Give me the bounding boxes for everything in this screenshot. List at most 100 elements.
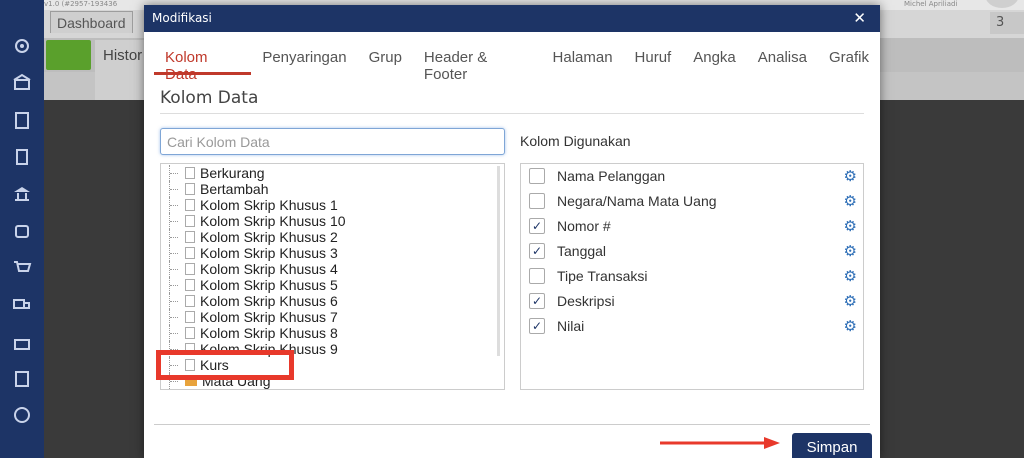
tree-item[interactable]: Kolom Skrip Khusus 6 <box>161 293 338 309</box>
used-column-row: Tipe Transaksi ⚙ <box>529 266 859 286</box>
gear-icon[interactable]: ⚙ <box>844 217 857 235</box>
gear-icon[interactable]: ⚙ <box>844 317 857 335</box>
tree-item-label: Kolom Skrip Khusus 2 <box>200 229 338 245</box>
tab-counter[interactable]: 3 <box>990 12 1024 34</box>
tree-item[interactable]: Kolom Skrip Khusus 5 <box>161 277 338 293</box>
divider <box>160 113 864 114</box>
truck-icon[interactable] <box>10 292 34 316</box>
file-icon <box>185 295 195 307</box>
tree-connector <box>169 213 185 229</box>
arrow-annotation <box>660 437 780 449</box>
list-view-button[interactable] <box>46 40 91 70</box>
tree-connector <box>169 261 185 277</box>
bank-icon[interactable] <box>10 182 34 206</box>
tree-item[interactable]: Kolom Skrip Khusus 7 <box>161 309 338 325</box>
used-column-label: Deskripsi <box>557 293 615 309</box>
column-checkbox[interactable] <box>529 268 545 284</box>
tree-item[interactable]: Kolom Skrip Khusus 10 <box>161 213 346 229</box>
tab-header-footer[interactable]: Header & Footer <box>413 45 542 83</box>
tree-item[interactable]: Kolom Skrip Khusus 4 <box>161 261 338 277</box>
gear-icon[interactable] <box>10 34 34 58</box>
tree-item[interactable]: Bertambah <box>161 181 268 197</box>
building-icon[interactable] <box>10 108 34 132</box>
gear-icon[interactable]: ⚙ <box>844 192 857 210</box>
file-icon <box>185 263 195 275</box>
dialog-header: Modifikasi ✕ <box>144 5 880 32</box>
used-column-label: Negara/Nama Mata Uang <box>557 193 717 209</box>
inventory-icon[interactable] <box>10 330 34 354</box>
tab-huruf[interactable]: Huruf <box>624 45 683 75</box>
column-checkbox[interactable]: ✓ <box>529 243 545 259</box>
tab-kolom-data[interactable]: Kolom Data <box>154 45 252 83</box>
used-column-row: ✓ Nomor # ⚙ <box>529 216 859 236</box>
search-input[interactable] <box>160 128 505 155</box>
tab-bar: Kolom Data Penyaringan Grup Header & Footer… <box>154 45 880 83</box>
tree-item[interactable]: Berkurang <box>161 165 265 181</box>
tree-connector <box>169 325 185 341</box>
tab-grup[interactable]: Grup <box>358 45 413 75</box>
used-column-label: Tipe Transaksi <box>557 268 648 284</box>
tree-item-label: Kolom Skrip Khusus 5 <box>200 277 338 293</box>
tree-item-label: Kolom Skrip Khusus 4 <box>200 261 338 277</box>
tree-connector <box>169 165 185 181</box>
tree-scrollbar[interactable] <box>497 166 500 356</box>
tree-connector <box>169 181 185 197</box>
used-column-label: Tanggal <box>557 243 607 259</box>
tax-icon[interactable] <box>10 367 34 391</box>
used-column-row: ✓ Tanggal ⚙ <box>529 241 859 261</box>
book-icon[interactable] <box>10 145 34 169</box>
used-column-label: Nomor # <box>557 218 611 234</box>
dialog-title: Modifikasi <box>152 11 212 25</box>
modify-dialog: Modifikasi ✕ Kolom Data Penyaringan Grup He… <box>144 5 880 458</box>
tree-item-label: Kolom Skrip Khusus 3 <box>200 245 338 261</box>
tree-item-label: Bertambah <box>200 181 269 197</box>
column-checkbox[interactable]: ✓ <box>529 218 545 234</box>
used-column-row: ✓ Nilai ⚙ <box>529 316 859 336</box>
cart-icon[interactable] <box>10 256 34 280</box>
used-columns-list: Nama Pelanggan ⚙ Negara/Nama Mata Uang ⚙ ✓ No… <box>520 163 864 390</box>
tree-item-label: Kolom Skrip Khusus 1 <box>200 197 338 213</box>
column-checkbox[interactable] <box>529 168 545 184</box>
file-icon <box>185 327 195 339</box>
used-column-label: Nama Pelanggan <box>557 168 666 184</box>
used-column-label: Nilai <box>557 318 585 334</box>
app-version: v1.0 (#2957-193436 <box>44 0 118 8</box>
file-icon <box>185 183 195 195</box>
tree-item[interactable]: Kolom Skrip Khusus 2 <box>161 229 338 245</box>
save-button[interactable]: Simpan <box>792 433 872 458</box>
tree-item-label: Kolom Skrip Khusus 8 <box>200 325 338 341</box>
report-icon[interactable] <box>10 403 34 427</box>
tab-halaman[interactable]: Halaman <box>542 45 624 75</box>
used-column-row: Negara/Nama Mata Uang ⚙ <box>529 191 859 211</box>
close-icon[interactable]: ✕ <box>853 9 866 27</box>
gear-icon[interactable]: ⚙ <box>844 167 857 185</box>
sidebar <box>0 0 44 458</box>
used-column-row: ✓ Deskripsi ⚙ <box>529 291 859 311</box>
tab-dashboard[interactable]: Dashboard <box>50 11 133 33</box>
tree-item[interactable]: Kolom Skrip Khusus 1 <box>161 197 338 213</box>
gear-icon[interactable]: ⚙ <box>844 292 857 310</box>
tree-item-label: Kolom Skrip Khusus 7 <box>200 309 338 325</box>
tree-item[interactable]: Kolom Skrip Khusus 3 <box>161 245 338 261</box>
tree-connector <box>169 277 185 293</box>
tab-angka[interactable]: Angka <box>682 45 747 75</box>
tree-item-label: Berkurang <box>200 165 265 181</box>
bag-icon[interactable] <box>10 218 34 242</box>
tree-item[interactable]: Kolom Skrip Khusus 8 <box>161 325 338 341</box>
tab-grafik[interactable]: Grafik <box>818 45 880 75</box>
tab-penyaringan[interactable]: Penyaringan <box>251 45 357 75</box>
tab-analisa[interactable]: Analisa <box>747 45 818 75</box>
column-checkbox[interactable]: ✓ <box>529 293 545 309</box>
tree-connector <box>169 309 185 325</box>
gear-icon[interactable]: ⚙ <box>844 267 857 285</box>
file-icon <box>185 215 195 227</box>
column-checkbox[interactable] <box>529 193 545 209</box>
column-checkbox[interactable]: ✓ <box>529 318 545 334</box>
store-icon[interactable] <box>10 70 34 94</box>
used-columns-title: Kolom Digunakan <box>520 133 631 149</box>
footer-divider <box>154 424 870 425</box>
file-icon <box>185 247 195 259</box>
file-icon <box>185 311 195 323</box>
gear-icon[interactable]: ⚙ <box>844 242 857 260</box>
tree-item-label: Kolom Skrip Khusus 6 <box>200 293 338 309</box>
